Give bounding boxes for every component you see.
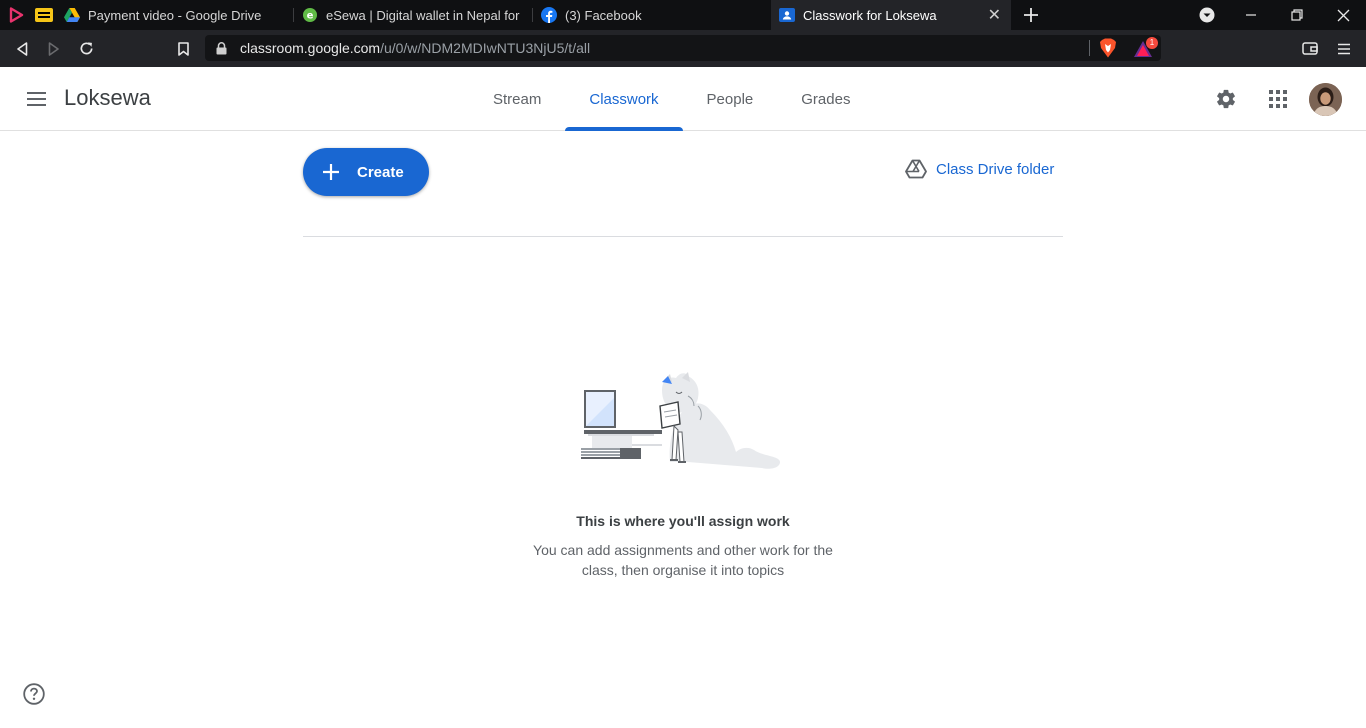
- tab-esewa[interactable]: e eSewa | Digital wallet in Nepal for On…: [294, 0, 533, 30]
- restore-icon: [1291, 9, 1303, 21]
- reload-button[interactable]: [71, 30, 101, 67]
- tab-people[interactable]: People: [683, 67, 778, 131]
- help-button[interactable]: [23, 683, 45, 705]
- brave-rewards-icon[interactable]: 1: [1133, 37, 1159, 58]
- tab-search-button[interactable]: [1184, 0, 1230, 30]
- create-button[interactable]: Create: [303, 148, 429, 196]
- wallet-icon: [1302, 42, 1318, 55]
- help-circle-icon: [23, 683, 45, 705]
- imdb-logo-icon: [35, 8, 53, 22]
- google-classroom-icon: [779, 7, 795, 23]
- close-tab-icon[interactable]: ✕: [978, 5, 1001, 25]
- plus-icon: [320, 161, 342, 183]
- close-window-button[interactable]: [1320, 0, 1366, 30]
- gear-icon: [1217, 89, 1235, 109]
- minimize-icon: [1246, 14, 1256, 16]
- tab-classwork[interactable]: Classwork: [565, 67, 683, 131]
- tab-title: Classwork for Loksewa: [803, 7, 937, 23]
- brave-shields-icon[interactable]: [1099, 38, 1119, 58]
- new-tab-button[interactable]: [1011, 0, 1051, 30]
- chevron-down-circle-icon: [1199, 7, 1215, 23]
- classroom-header: Loksewa Stream Classwork People Grades: [0, 67, 1366, 131]
- hamburger-icon: [1338, 43, 1350, 54]
- tab-title: Payment video - Google Drive: [88, 7, 262, 23]
- tab-classwork[interactable]: Classwork for Loksewa ✕: [771, 0, 1011, 30]
- hamburger-menu-icon: [26, 92, 46, 106]
- class-settings-button[interactable]: [1211, 84, 1241, 114]
- back-button[interactable]: [7, 30, 37, 67]
- main-menu-button[interactable]: [22, 85, 50, 113]
- apps-grid-icon: [1269, 90, 1287, 108]
- browser-toolbar: classroom.google.com/u/0/w/NDM2MDIwNTU3N…: [0, 30, 1366, 67]
- notification-badge: 1: [1146, 37, 1158, 49]
- back-arrow-icon: [17, 41, 28, 56]
- tab-google-drive[interactable]: Payment video - Google Drive: [56, 0, 294, 30]
- forward-button[interactable]: [39, 30, 69, 67]
- play-logo-icon: [9, 7, 24, 23]
- class-drive-folder-link[interactable]: Class Drive folder: [904, 157, 1054, 181]
- minimize-button[interactable]: [1228, 0, 1274, 30]
- bookmark-icon: [177, 41, 189, 56]
- empty-state-illustration: [581, 372, 780, 469]
- url-path: /u/0/w/NDM2MDIwNTU3NjU5/t/all: [380, 40, 591, 56]
- google-drive-icon: [64, 7, 80, 23]
- facebook-icon: [541, 7, 557, 23]
- close-icon: [1337, 9, 1349, 21]
- empty-state-title: This is where you'll assign work: [576, 513, 790, 529]
- browser-menu-button[interactable]: [1329, 30, 1359, 67]
- url-host: classroom.google.com: [240, 40, 381, 56]
- class-title[interactable]: Loksewa: [64, 85, 151, 111]
- tab-grades[interactable]: Grades: [777, 67, 874, 131]
- google-apps-button[interactable]: [1263, 84, 1293, 114]
- plus-icon: [1024, 8, 1038, 22]
- tab-title: eSewa | Digital wallet in Nepal for Onli: [326, 7, 523, 23]
- account-avatar[interactable]: [1309, 83, 1342, 116]
- empty-state-line-1: You can add assignments and other work f…: [533, 542, 833, 558]
- forward-arrow-icon: [48, 41, 59, 56]
- create-button-label: Create: [357, 163, 404, 181]
- empty-state-description: You can add assignments and other work f…: [483, 540, 883, 580]
- class-drive-folder-label: Class Drive folder: [936, 160, 1055, 178]
- lock-icon: [216, 41, 230, 55]
- reload-icon: [80, 42, 92, 55]
- url-text: classroom.google.com/u/0/w/NDM2MDIwNTU3N…: [240, 40, 590, 56]
- content-divider: [303, 236, 1063, 237]
- restore-button[interactable]: [1274, 0, 1320, 30]
- class-nav-tabs: Stream Classwork People Grades: [469, 67, 874, 131]
- user-photo-icon: [1309, 83, 1342, 116]
- wallet-button[interactable]: [1295, 30, 1325, 67]
- tab-title: (3) Facebook: [565, 7, 642, 23]
- tab-stream[interactable]: Stream: [469, 67, 565, 131]
- tab-facebook[interactable]: (3) Facebook: [533, 0, 772, 30]
- esewa-icon: e: [302, 7, 318, 23]
- empty-state-line-2: class, then organise it into topics: [581, 562, 785, 578]
- browser-tab-bar: Payment video - Google Drive e eSewa | D…: [0, 0, 1366, 30]
- bookmark-button[interactable]: [168, 30, 198, 67]
- svg-text:e: e: [307, 11, 314, 22]
- address-divider: [1089, 40, 1090, 56]
- address-bar[interactable]: classroom.google.com/u/0/w/NDM2MDIwNTU3N…: [205, 35, 1161, 61]
- google-drive-outline-icon: [904, 157, 928, 181]
